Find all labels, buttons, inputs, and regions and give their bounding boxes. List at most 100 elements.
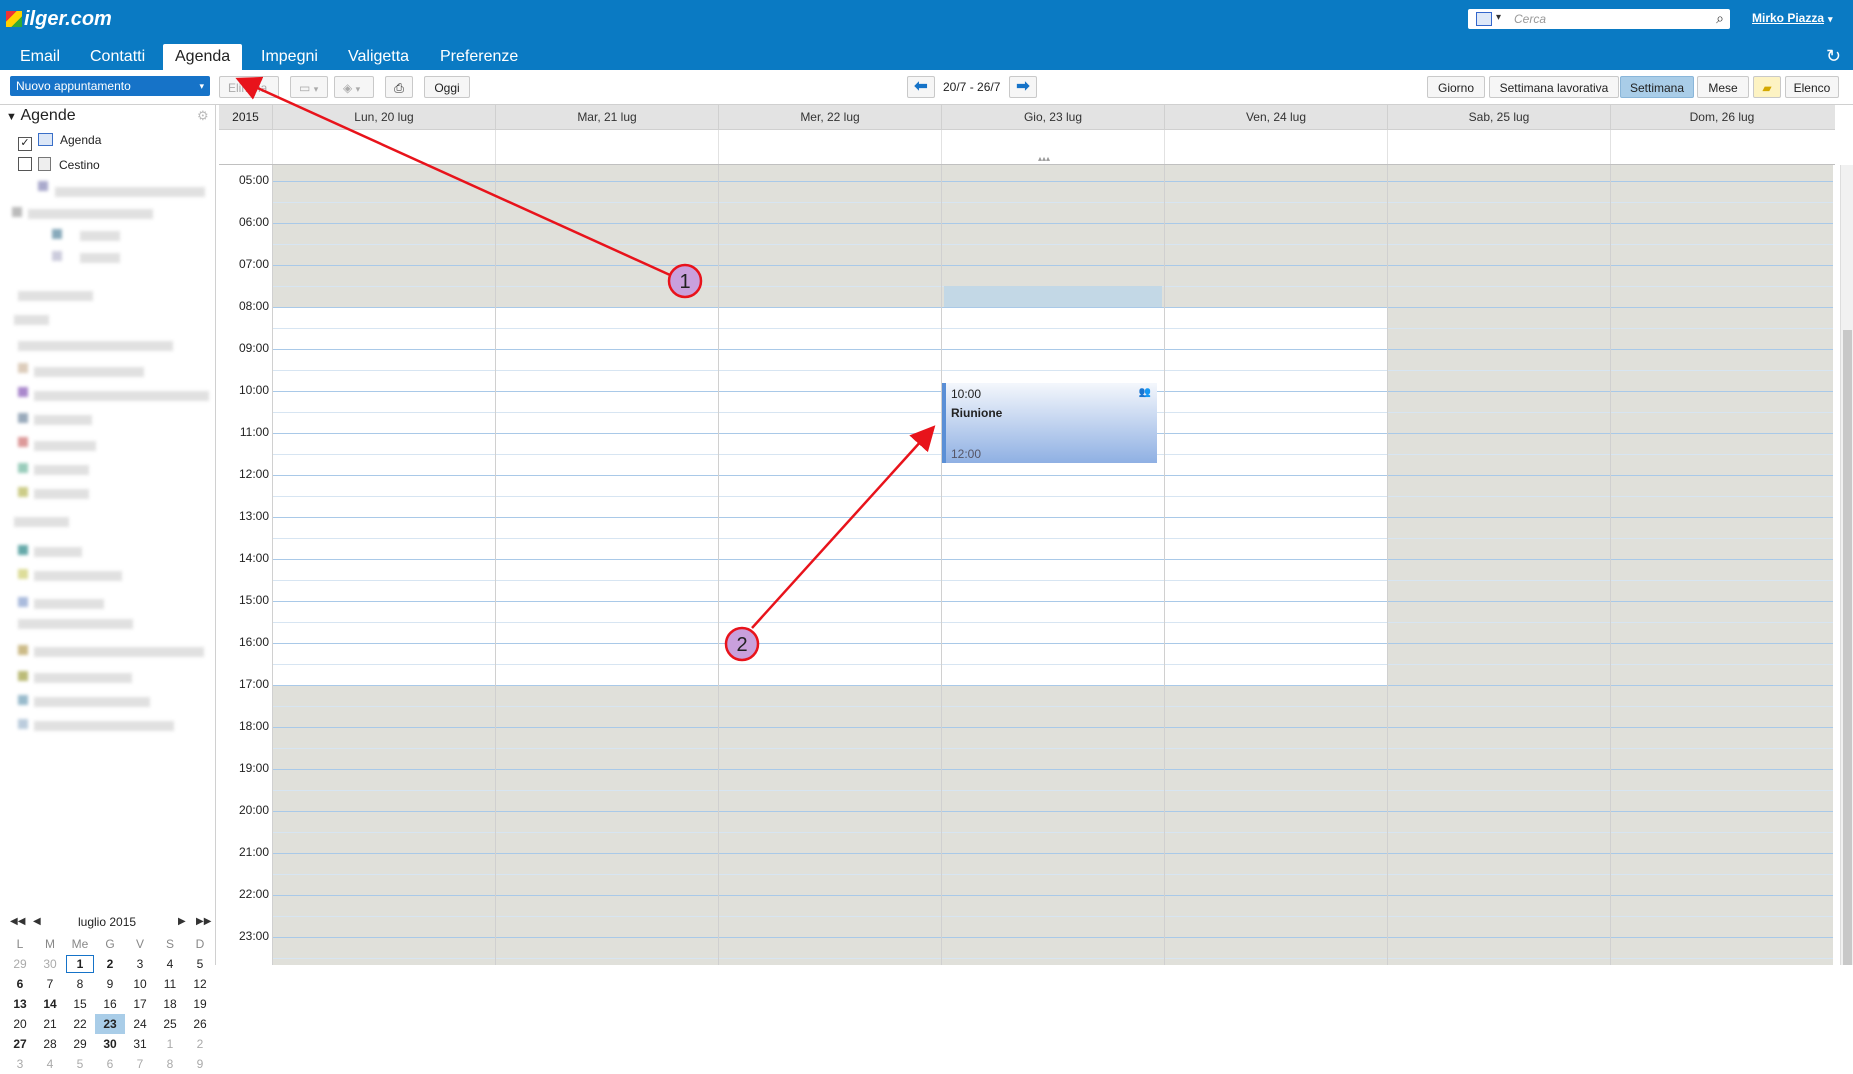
- search-icon[interactable]: ⌕: [1716, 10, 1724, 27]
- delete-button[interactable]: Elimina: [219, 76, 279, 98]
- day-cell[interactable]: 22: [65, 1014, 95, 1034]
- day-cell[interactable]: 9: [95, 974, 125, 994]
- next-week-button[interactable]: ➡: [1009, 76, 1037, 98]
- day-cell[interactable]: 5: [185, 954, 215, 974]
- previous-week-button[interactable]: ⬅: [907, 76, 935, 98]
- day-header[interactable]: Mar, 21 lug: [495, 105, 718, 129]
- day-cell[interactable]: 5: [65, 1054, 95, 1074]
- view-list-button[interactable]: Elenco: [1785, 76, 1839, 98]
- day-cell[interactable]: 9: [185, 1054, 215, 1074]
- note-button[interactable]: ▰: [1753, 76, 1781, 98]
- tab-contatti[interactable]: Contatti: [78, 44, 157, 70]
- all-day-cell[interactable]: [495, 130, 718, 164]
- app-logo[interactable]: ilger.com: [6, 8, 112, 31]
- new-appointment-button[interactable]: Nuovo appuntamento ▾: [10, 76, 210, 96]
- day-cell[interactable]: 25: [155, 1014, 185, 1034]
- view-day-button[interactable]: Giorno: [1427, 76, 1485, 98]
- tab-agenda[interactable]: Agenda: [163, 44, 243, 70]
- tab-impegni[interactable]: Impegni: [249, 44, 330, 70]
- all-day-cell[interactable]: [1164, 130, 1387, 164]
- day-cell[interactable]: 29: [5, 954, 35, 974]
- calendar-item-agenda[interactable]: ✓ Agenda: [18, 133, 101, 151]
- grid-scrollbar[interactable]: [1840, 165, 1853, 965]
- day-header[interactable]: Ven, 24 lug: [1164, 105, 1387, 129]
- view-workweek-button[interactable]: Settimana lavorativa: [1489, 76, 1619, 98]
- day-cell[interactable]: 2: [95, 954, 125, 974]
- day-cell[interactable]: 6: [95, 1054, 125, 1074]
- view-month-button[interactable]: Mese: [1697, 76, 1749, 98]
- search-box[interactable]: ▾ Cerca ⌕: [1468, 9, 1730, 29]
- chevron-down-icon[interactable]: ▾: [199, 76, 204, 96]
- day-cell[interactable]: 27: [5, 1034, 35, 1054]
- all-day-cell[interactable]: [1610, 130, 1833, 164]
- today-button[interactable]: Oggi: [424, 76, 470, 98]
- day-cell[interactable]: 28: [35, 1034, 65, 1054]
- move-button[interactable]: ▭ ▾: [290, 76, 328, 98]
- day-cell[interactable]: 19: [185, 994, 215, 1014]
- day-cell-selected[interactable]: 23: [95, 1014, 125, 1034]
- user-menu[interactable]: Mirko Piazza ▾: [1752, 11, 1833, 25]
- time-grid[interactable]: 05:00 06:00 07:00 08:00 09:00 10:00 11:00 12:00…: [219, 165, 1835, 965]
- day-column[interactable]: [941, 165, 1164, 965]
- day-cell[interactable]: 18: [155, 994, 185, 1014]
- day-cell[interactable]: 6: [5, 974, 35, 994]
- day-cell[interactable]: 7: [35, 974, 65, 994]
- calendar-item-cestino[interactable]: Cestino: [18, 157, 100, 172]
- search-input[interactable]: Cerca: [1514, 12, 1546, 26]
- tab-valigetta[interactable]: Valigetta: [336, 44, 421, 70]
- day-cell[interactable]: 8: [155, 1054, 185, 1074]
- day-cell[interactable]: 20: [5, 1014, 35, 1034]
- day-cell[interactable]: 13: [5, 994, 35, 1014]
- day-cell[interactable]: 2: [185, 1034, 215, 1054]
- day-cell[interactable]: 30: [35, 954, 65, 974]
- day-cell[interactable]: 14: [35, 994, 65, 1014]
- day-cell[interactable]: 7: [125, 1054, 155, 1074]
- day-header[interactable]: Mer, 22 lug: [718, 105, 941, 129]
- agende-section-header[interactable]: ▼ Agende: [6, 107, 76, 125]
- view-week-button[interactable]: Settimana: [1620, 76, 1694, 98]
- all-day-cell[interactable]: [718, 130, 941, 164]
- day-cell[interactable]: 4: [155, 954, 185, 974]
- day-column[interactable]: [495, 165, 718, 965]
- previous-year-icon[interactable]: ◀◀: [10, 916, 25, 927]
- day-column[interactable]: [1164, 165, 1387, 965]
- day-column[interactable]: [272, 165, 495, 965]
- day-column[interactable]: [1387, 165, 1610, 965]
- day-cell[interactable]: 29: [65, 1034, 95, 1054]
- day-cell[interactable]: 31: [125, 1034, 155, 1054]
- tag-button[interactable]: ◈ ▾: [334, 76, 374, 98]
- day-cell[interactable]: 21: [35, 1014, 65, 1034]
- all-day-cell[interactable]: ▴▴▴: [941, 130, 1164, 164]
- day-cell[interactable]: 11: [155, 974, 185, 994]
- event-riunione[interactable]: 10:00 👥 Riunione 12:00: [942, 383, 1157, 463]
- day-cell[interactable]: 1: [155, 1034, 185, 1054]
- day-cell[interactable]: 17: [125, 994, 155, 1014]
- day-column[interactable]: [1610, 165, 1833, 965]
- refresh-icon[interactable]: ↻: [1826, 46, 1841, 67]
- next-year-icon[interactable]: ▶▶: [196, 916, 211, 927]
- day-header[interactable]: Sab, 25 lug: [1387, 105, 1610, 129]
- print-button[interactable]: ⎙: [385, 76, 413, 98]
- scrollbar-thumb[interactable]: [1843, 330, 1852, 965]
- day-cell[interactable]: 15: [65, 994, 95, 1014]
- day-cell[interactable]: 8: [65, 974, 95, 994]
- chevron-down-icon[interactable]: ▾: [1496, 12, 1501, 23]
- day-cell[interactable]: 30: [95, 1034, 125, 1054]
- day-cell[interactable]: 12: [185, 974, 215, 994]
- tab-email[interactable]: Email: [8, 44, 72, 70]
- day-cell[interactable]: 16: [95, 994, 125, 1014]
- next-month-icon[interactable]: ▶: [178, 916, 186, 927]
- day-cell-today[interactable]: 1: [65, 954, 95, 974]
- tab-preferenze[interactable]: Preferenze: [428, 44, 530, 70]
- day-cell[interactable]: 4: [35, 1054, 65, 1074]
- day-header[interactable]: Lun, 20 lug: [272, 105, 495, 129]
- gear-icon[interactable]: ⚙: [197, 108, 209, 124]
- day-header[interactable]: Dom, 26 lug: [1610, 105, 1833, 129]
- all-day-cell[interactable]: [272, 130, 495, 164]
- resize-handle-icon[interactable]: ▴▴▴: [1038, 154, 1050, 163]
- day-cell[interactable]: 24: [125, 1014, 155, 1034]
- all-day-cell[interactable]: [1387, 130, 1610, 164]
- all-day-row[interactable]: ▴▴▴: [219, 130, 1835, 165]
- day-header[interactable]: Gio, 23 lug: [941, 105, 1164, 129]
- day-cell[interactable]: 10: [125, 974, 155, 994]
